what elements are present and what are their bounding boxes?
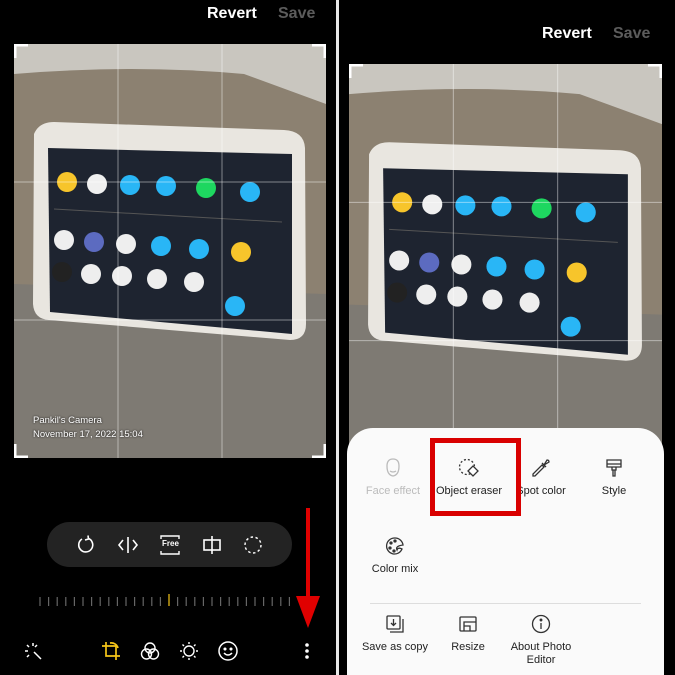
object-eraser-highlight-box (430, 438, 521, 516)
device-app-icon (447, 286, 468, 307)
device-app-icon (524, 259, 545, 280)
photo-crop-area[interactable] (14, 44, 326, 458)
device-app-icon (240, 182, 260, 202)
menu-item-about-photo-editor[interactable]: About Photo Editor (499, 613, 583, 667)
straighten-slider[interactable] (36, 594, 292, 606)
device-app-icon (491, 196, 512, 217)
device-app-icon (519, 292, 540, 313)
free-label: Free (162, 538, 179, 548)
device-app-icon (482, 289, 503, 310)
crop-rotate-icon[interactable] (100, 640, 122, 662)
resize-icon (426, 613, 510, 635)
face-icon (351, 457, 435, 479)
device-app-icon (120, 175, 140, 195)
device-app-icon (151, 236, 171, 256)
device-app-icon (184, 272, 204, 292)
menu-item-resize[interactable]: Resize (426, 613, 510, 654)
filters-icon[interactable] (139, 640, 161, 662)
device-app-icon (389, 250, 410, 271)
face-sticker-icon[interactable] (217, 640, 239, 662)
device-app-icon (451, 254, 472, 275)
device-app-icon (87, 174, 107, 194)
device-app-icon (147, 269, 167, 289)
watermark-datetime: November 17, 2022 15:04 (33, 429, 143, 440)
device-app-icon (196, 178, 216, 198)
menu-item-save-as-copy[interactable]: Save as copy (353, 613, 437, 654)
rotate-icon[interactable] (76, 534, 96, 555)
more-options-icon[interactable] (296, 640, 318, 662)
menu-item-face-effect[interactable]: Face effect (351, 457, 435, 498)
perspective-icon[interactable] (202, 535, 222, 555)
device-app-icon (52, 262, 72, 282)
save-copy-icon (353, 613, 437, 635)
device-app-icon (455, 195, 476, 216)
menu-item-style[interactable]: Style (572, 457, 656, 498)
photo-image (14, 44, 326, 458)
revert-button[interactable]: Revert (207, 5, 257, 23)
more-options-sheet: Face effect Object eraser Spot color Sty… (347, 428, 664, 675)
device-app-icon (84, 232, 104, 252)
device-app-icon (566, 262, 587, 283)
device-app-icon (422, 194, 443, 215)
device-app-icon (419, 252, 440, 273)
device-app-icon (231, 242, 251, 262)
save-button[interactable]: Save (613, 25, 650, 43)
left-screenshot-editor: Revert Save Pankil's Camera November 17,… (0, 0, 336, 675)
device-app-icon (225, 296, 245, 316)
device-app-icon (116, 234, 136, 254)
transform-toolbar: Free (47, 522, 292, 567)
flip-icon[interactable] (117, 535, 139, 555)
device-app-icon (189, 239, 209, 259)
palette-icon (353, 535, 437, 557)
red-arrow-annotation (296, 508, 320, 628)
brightness-icon[interactable] (178, 640, 200, 662)
right-screenshot-more-menu: Revert Save Face effect Object eraser Sp… (339, 0, 675, 675)
menu-divider (370, 603, 641, 604)
device-app-icon (112, 266, 132, 286)
device-app-icon (387, 282, 408, 303)
device-app-icon (486, 256, 507, 277)
device-app-icon (81, 264, 101, 284)
device-app-icon (416, 284, 437, 305)
revert-button[interactable]: Revert (542, 25, 592, 43)
paint-roller-icon (572, 457, 656, 479)
menu-item-color-mix[interactable]: Color mix (353, 535, 437, 576)
info-icon (499, 613, 583, 635)
photo-image (349, 64, 662, 479)
lasso-icon[interactable] (243, 535, 263, 555)
device-app-icon (156, 176, 176, 196)
photo-crop-area[interactable] (349, 64, 662, 479)
device-app-icon (575, 202, 596, 223)
device-app-icon (531, 198, 552, 219)
device-app-icon (54, 230, 74, 250)
free-aspect-icon[interactable]: Free (160, 534, 181, 555)
watermark-camera: Pankil's Camera (33, 415, 102, 426)
auto-enhance-icon[interactable] (22, 640, 44, 662)
save-button[interactable]: Save (278, 5, 315, 23)
device-app-icon (560, 316, 581, 337)
